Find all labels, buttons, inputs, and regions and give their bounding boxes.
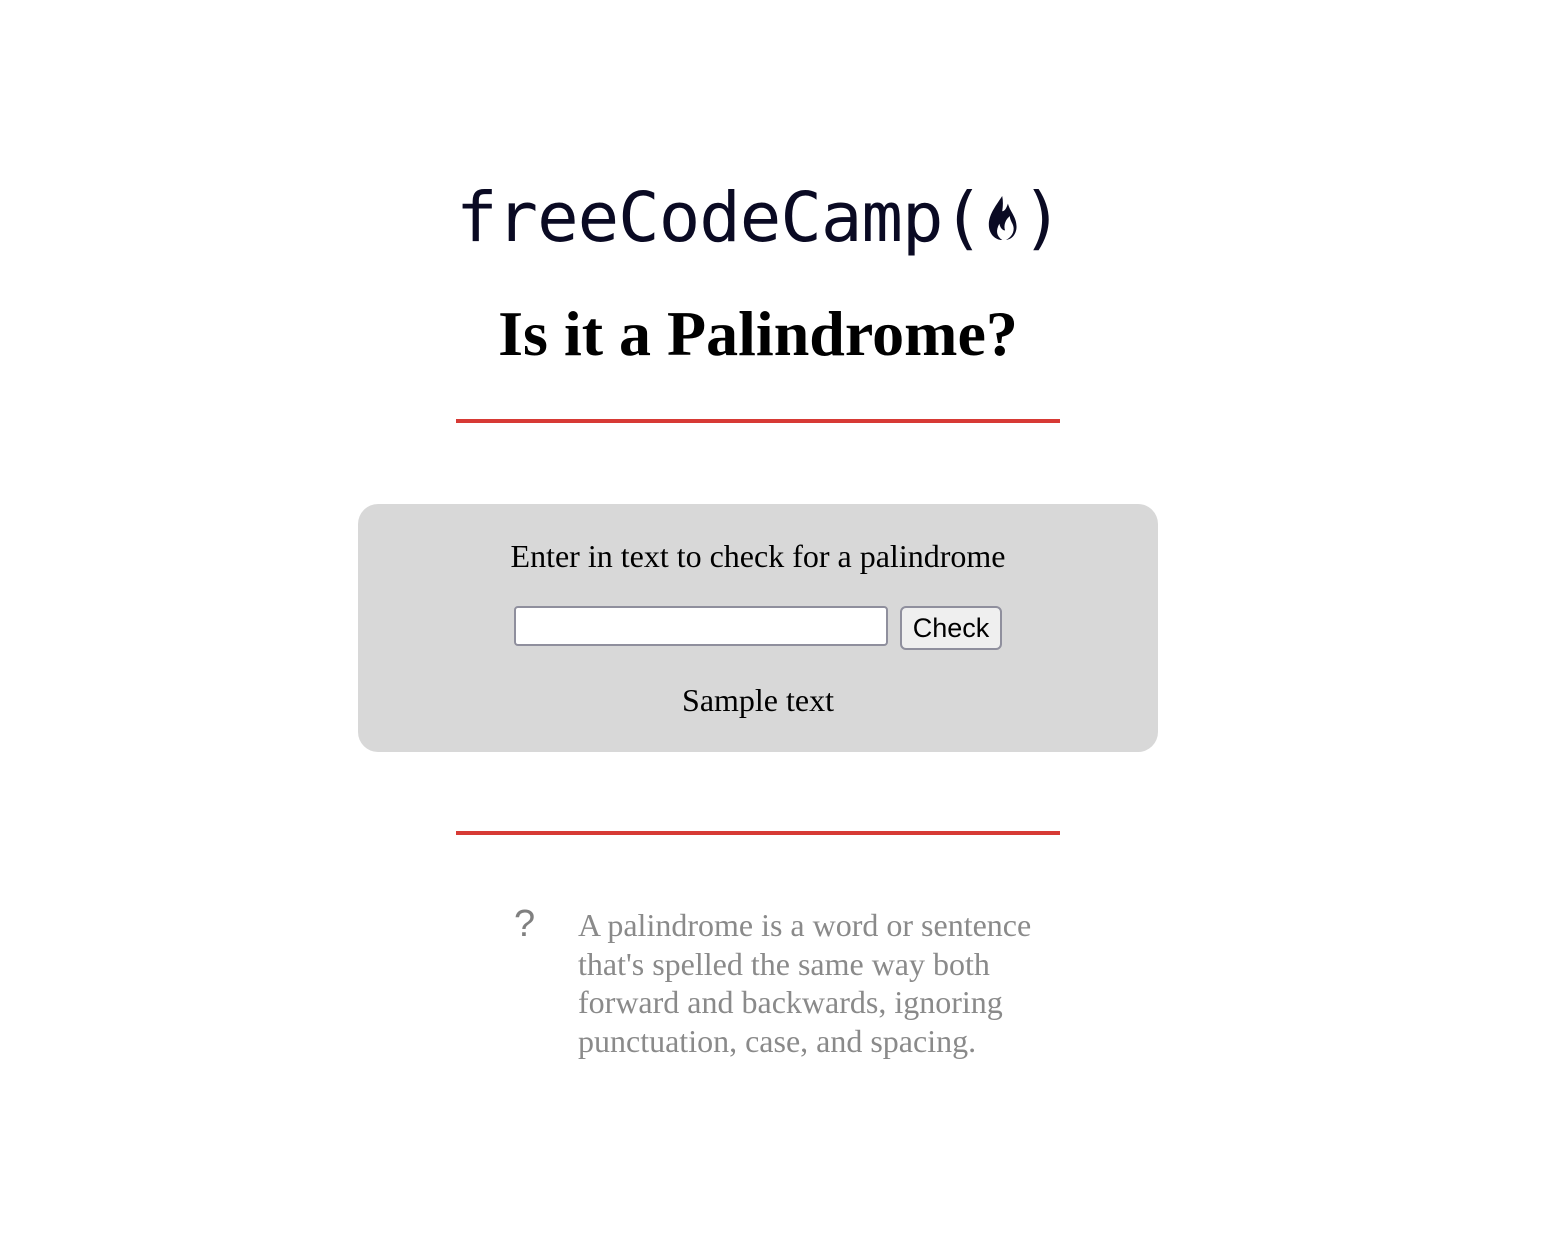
bottom-divider xyxy=(456,831,1060,835)
definition-text: A palindrome is a word or sentence that'… xyxy=(578,907,1032,1059)
logo-text-end: ) xyxy=(1021,177,1063,258)
flame-icon xyxy=(988,196,1017,240)
top-divider xyxy=(456,419,1060,423)
freecodecamp-logo: freeCodeCamp( ) xyxy=(456,177,1063,258)
input-label: Enter in text to check for a palindrome xyxy=(510,538,1006,574)
result-text: Sample text xyxy=(682,682,834,718)
check-button[interactable]: Check xyxy=(900,606,1002,650)
question-icon: ? xyxy=(514,903,536,945)
logo-text-start: freeCodeCamp( xyxy=(456,177,984,258)
page-title: Is it a Palindrome? xyxy=(498,298,1018,369)
text-input[interactable] xyxy=(514,606,888,646)
palindrome-checker-panel: Enter in text to check for a palindrome … xyxy=(358,504,1158,752)
